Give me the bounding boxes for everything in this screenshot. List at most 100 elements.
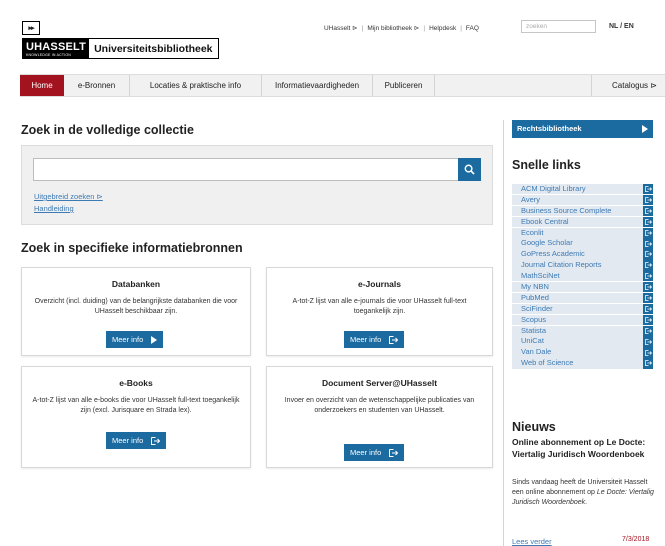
external-link-icon [643, 216, 653, 227]
news-heading: Nieuws [512, 420, 556, 434]
external-link-icon [643, 303, 653, 315]
card-description: Overzicht (incl. duiding) van de belangr… [34, 298, 238, 315]
external-link-icon [643, 336, 653, 347]
logo-wordmark: UHASSELT KNOWLEDGE IN ACTION Universitei… [22, 38, 219, 59]
external-link-icon [643, 227, 653, 238]
external-link-icon [389, 448, 399, 457]
sidebar-divider [503, 120, 504, 546]
external-link-icon [643, 292, 653, 304]
quick-link-item[interactable]: Journal Citation Reports [512, 260, 653, 271]
quick-link-label: ACM Digital Library [521, 184, 586, 193]
quick-link-item[interactable]: GoPress Academic [512, 249, 653, 260]
language-switcher[interactable]: NL / EN [609, 23, 634, 30]
meer-info-button[interactable]: Meer info [106, 331, 164, 348]
quick-link-item[interactable]: Van Dale [512, 347, 653, 358]
main-nav: Home e-Bronnen Locaties & praktische inf… [20, 74, 665, 97]
search-icon [464, 164, 475, 175]
logo-tagline: KNOWLEDGE IN ACTION [26, 53, 72, 57]
search-button[interactable] [458, 158, 481, 181]
play-arrow-icon [151, 335, 158, 344]
rechtsbibliotheek-button[interactable]: Rechtsbibliotheek [512, 120, 653, 138]
nav-informatievaardigheden[interactable]: Informatievaardigheden [262, 75, 373, 96]
quick-link-label: Web of Science [521, 358, 574, 368]
external-link-icon [643, 282, 653, 293]
nav-publiceren[interactable]: Publiceren [373, 75, 435, 96]
quick-link-item[interactable]: ACM Digital Library [512, 184, 653, 195]
external-link-icon [389, 335, 399, 344]
rechtsbibliotheek-label: Rechtsbibliotheek [517, 124, 582, 133]
meer-info-button[interactable]: Meer info [344, 331, 405, 348]
card-description: Invoer en overzicht van de wetenschappel… [284, 397, 475, 414]
nav-locaties[interactable]: Locaties & praktische info [130, 75, 262, 96]
quick-link-item[interactable]: Business Source Complete [512, 205, 653, 217]
meer-info-label: Meer info [112, 436, 144, 445]
card-e-books: e-Books A-tot-Z lijst van alle e-books d… [21, 366, 251, 468]
collection-heading: Zoek in de volledige collectie [21, 123, 194, 137]
advanced-search-link[interactable]: Uitgebreid zoeken ⊳ [34, 192, 103, 201]
card-title: e-Books [119, 378, 153, 388]
quick-link-item[interactable]: Google Scholar [512, 238, 653, 249]
news-title[interactable]: Online abonnement op Le Docte: Viertalig… [512, 436, 657, 460]
card-title: Databanken [111, 279, 161, 289]
quick-link-item[interactable]: Avery [512, 194, 653, 206]
meer-info-button[interactable]: Meer info [344, 444, 405, 461]
external-link-icon [151, 436, 161, 445]
external-link-icon [643, 184, 653, 195]
quick-link-label: Google Scholar [521, 238, 573, 248]
quick-link-label: Business Source Complete [521, 205, 612, 215]
quick-link-item[interactable]: Statista [512, 325, 653, 336]
meer-info-label: Meer info [112, 335, 144, 344]
quick-link-item[interactable]: Web of Science [512, 358, 653, 369]
external-link-icon [643, 325, 653, 336]
quick-link-label: UniCat [521, 336, 544, 346]
quick-link-item[interactable]: SciFinder [512, 303, 653, 315]
toplink-helpdesk[interactable]: Helpdesk [425, 25, 460, 32]
collection-search-panel: Uitgebreid zoeken ⊳ Handleiding [21, 145, 493, 225]
quick-link-item[interactable]: Ebook Central [512, 216, 653, 227]
news-body-end: . [585, 499, 588, 506]
quick-link-item[interactable]: UniCat [512, 336, 653, 347]
card-description: A-tot-Z lijst van alle e-journals die vo… [292, 298, 467, 315]
news-body: Sinds vandaag heeft de Universiteit Hass… [512, 478, 657, 508]
quick-link-label: SciFinder [521, 303, 553, 313]
quick-link-label: Avery [521, 194, 541, 204]
external-link-icon [643, 194, 653, 206]
play-arrow-icon [642, 125, 648, 133]
toplink-mijn-bibliotheek[interactable]: Mijn bibliotheek ⊳ [363, 24, 423, 32]
specific-sources-heading: Zoek in specifieke informatiebronnen [21, 241, 243, 255]
toplink-faq[interactable]: FAQ [462, 25, 483, 32]
toplink-uhasselt[interactable]: UHasselt ⊳ [320, 24, 362, 32]
logo-name: UHASSELT [26, 41, 87, 53]
collection-search-input[interactable] [33, 158, 459, 181]
quick-link-label: Ebook Central [521, 216, 569, 226]
uhasselt-logo[interactable]: ▸▸ UHASSELT KNOWLEDGE IN ACTION Universi… [22, 21, 219, 61]
card-document-server: Document Server@UHasselt Invoer en overz… [266, 366, 493, 468]
logo-name-block: UHASSELT KNOWLEDGE IN ACTION [23, 39, 90, 58]
card-title: e-Journals [358, 279, 401, 289]
header-search-input[interactable] [521, 20, 596, 33]
quick-link-label: Econlit [521, 227, 544, 237]
quick-link-item[interactable]: PubMed [512, 292, 653, 304]
card-description: A-tot-Z lijst van alle e-books die voor … [32, 397, 240, 414]
nav-home[interactable]: Home [20, 75, 64, 96]
quick-link-label: Statista [521, 325, 547, 335]
external-link-icon [643, 260, 653, 271]
external-link-icon [643, 347, 653, 358]
card-title: Document Server@UHasselt [321, 378, 438, 388]
meer-info-label: Meer info [350, 448, 382, 457]
external-link-icon [643, 249, 653, 260]
nav-catalogus[interactable]: Catalogus ⊳ [591, 75, 661, 96]
nav-e-bronnen[interactable]: e-Bronnen [64, 75, 130, 96]
card-databanken: Databanken Overzicht (incl. duiding) van… [21, 267, 251, 356]
quick-link-label: Scopus [521, 314, 547, 324]
manual-link[interactable]: Handleiding [34, 204, 74, 213]
quick-link-label: GoPress Academic [521, 249, 585, 259]
meer-info-button[interactable]: Meer info [106, 432, 167, 449]
quick-link-item[interactable]: Scopus [512, 314, 653, 325]
quick-link-item[interactable]: Econlit [512, 227, 653, 238]
quick-link-label: MathSciNet [521, 271, 560, 281]
read-more-link[interactable]: Lees verder [512, 537, 552, 546]
quick-link-item[interactable]: My NBN [512, 282, 653, 293]
quick-link-item[interactable]: MathSciNet [512, 271, 653, 282]
quick-links-list: ACM Digital Library Avery Business Source … [512, 184, 653, 369]
